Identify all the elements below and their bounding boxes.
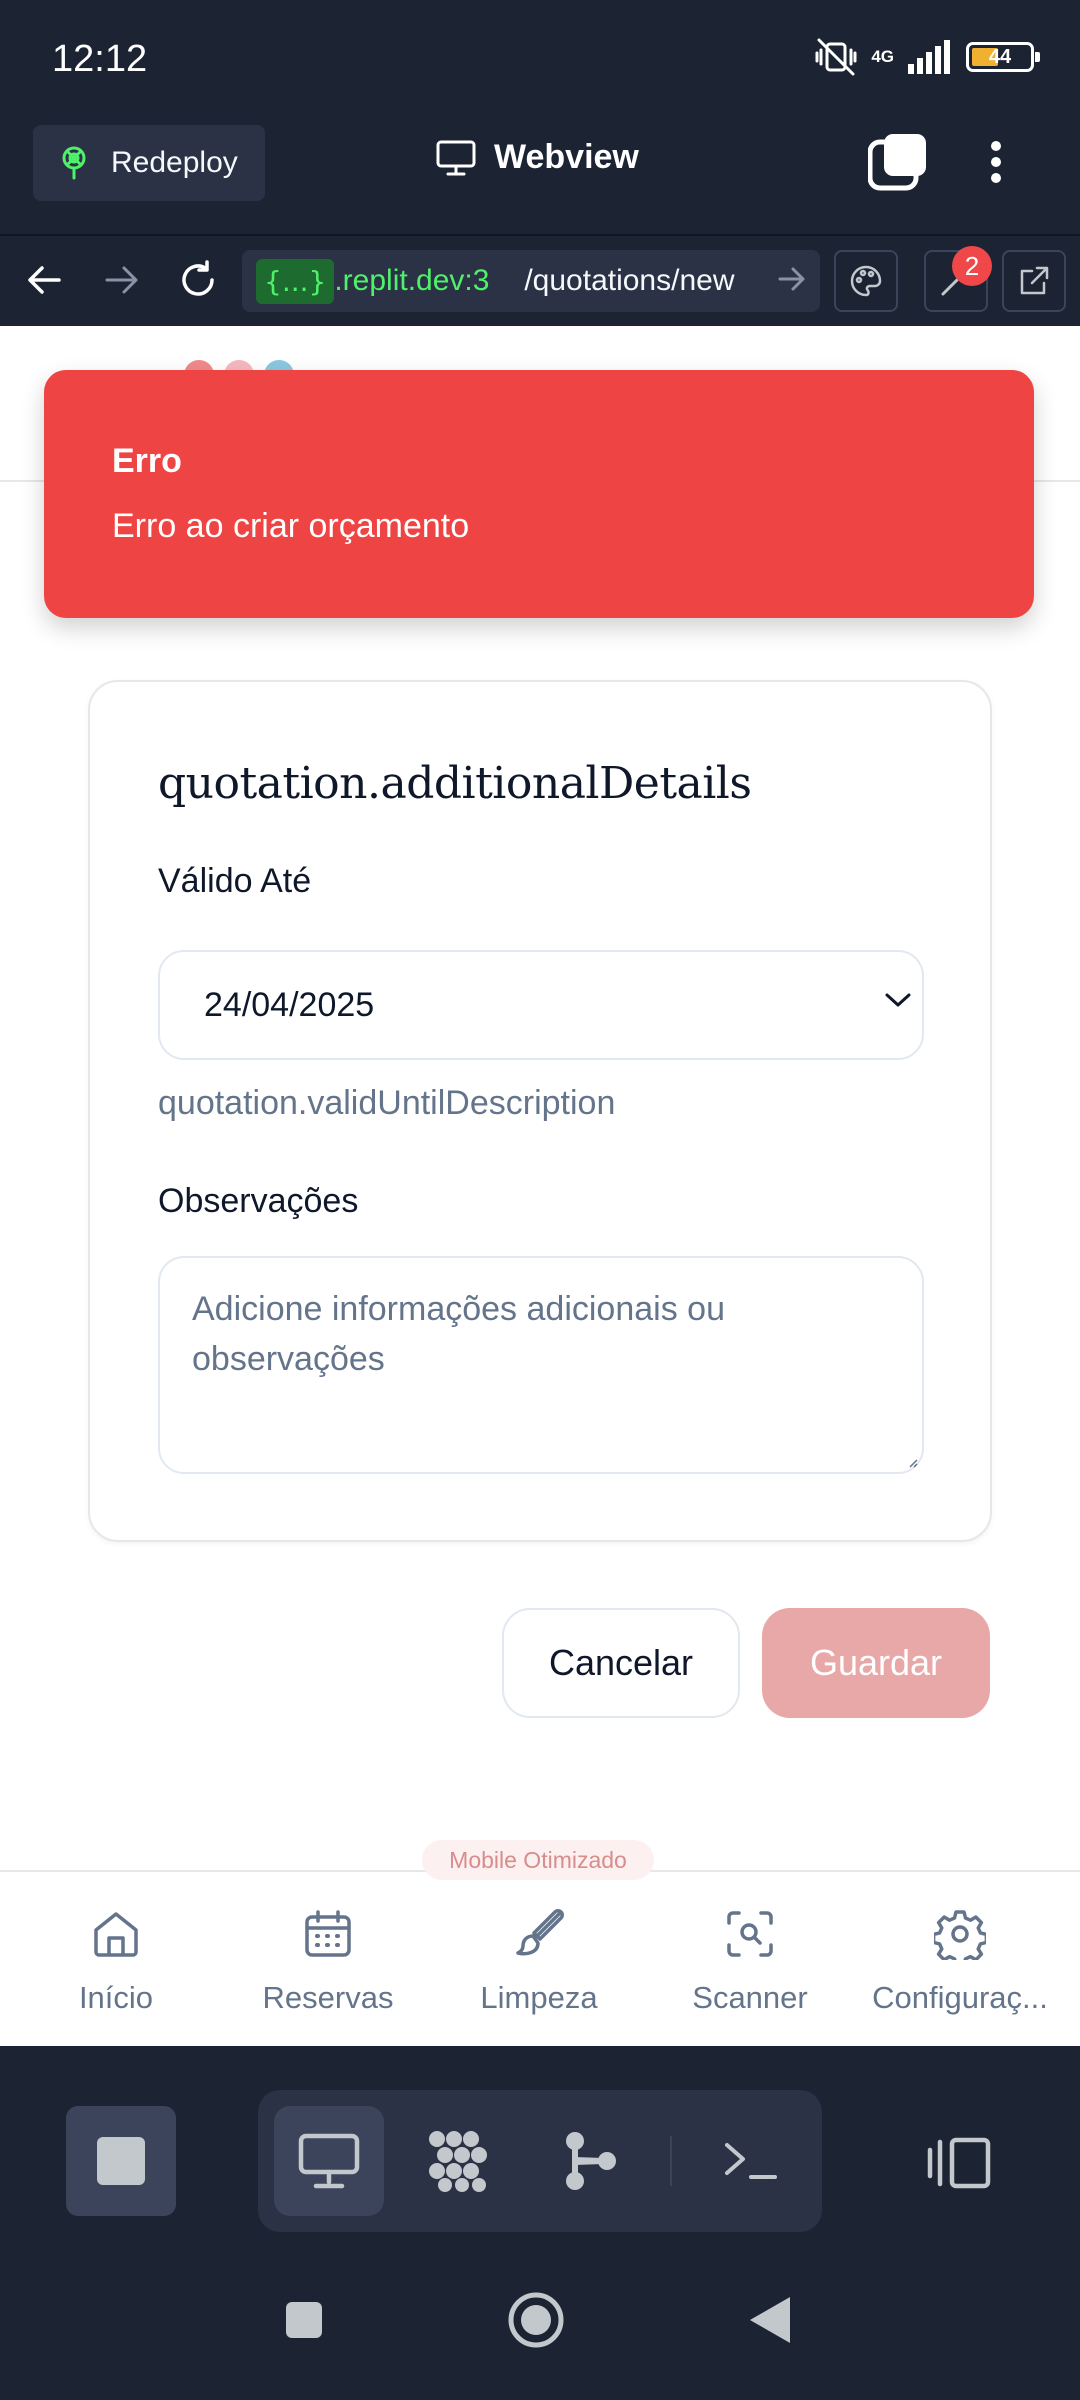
status-bar: 12:12 4G 44: [0, 0, 1080, 118]
status-icons: 4G 44: [815, 38, 1040, 76]
home-icon: [90, 1908, 142, 1960]
card-title: quotation.additionalDetails: [158, 758, 752, 809]
toast-title: Erro: [112, 442, 182, 480]
calendar-icon: [302, 1908, 354, 1960]
tabs-button[interactable]: [868, 132, 928, 192]
tool-group-divider: [670, 2136, 672, 2186]
battery-icon: 44: [966, 42, 1040, 72]
battery-level: 44: [988, 45, 1012, 68]
network-type: 4G: [871, 47, 894, 66]
webview-content: quotation.additionalDetails Válido Até 2…: [0, 326, 1080, 2046]
bottom-nav: Início Reservas Limpeza Scanner Configur…: [0, 1870, 1080, 2046]
back-button-icon[interactable]: [730, 2280, 810, 2360]
additional-details-card: quotation.additionalDetails Válido Até 2…: [88, 680, 992, 1542]
nav-item-scanner[interactable]: Scanner: [642, 1908, 858, 2016]
forward-icon[interactable]: [94, 252, 150, 308]
notes-textarea[interactable]: Adicione informações adicionais ou obser…: [158, 1256, 924, 1474]
notes-placeholder: Adicione informações adicionais ou obser…: [192, 1290, 725, 1378]
redeploy-label: Redeploy: [111, 146, 238, 179]
valid-until-select[interactable]: 24/04/2025: [158, 950, 924, 1060]
valid-until-value: 24/04/2025: [204, 985, 375, 1024]
monitor-icon: [436, 140, 476, 176]
terminal-icon: [723, 2139, 779, 2183]
android-nav-bar: [0, 2250, 1080, 2400]
mobile-optimized-badge: Mobile Otimizado: [422, 1840, 654, 1880]
webview-title: Webview: [436, 138, 639, 177]
replit-header: Redeploy Webview: [0, 118, 1080, 236]
open-external-icon[interactable]: [1002, 250, 1066, 312]
reload-icon[interactable]: [170, 252, 226, 308]
deploy-icon: [59, 146, 89, 180]
nav-label-limpeza: Limpeza: [480, 1980, 598, 2015]
scan-icon: [724, 1908, 776, 1960]
url-row: {...} .replit.dev:3 /quotations/new 2: [0, 236, 1080, 326]
vibrate-off-icon: [815, 38, 857, 76]
stop-icon: [97, 2137, 145, 2185]
notes-label: Observações: [158, 1182, 359, 1220]
nav-item-limpeza[interactable]: Limpeza: [431, 1908, 647, 2016]
console-grid-tool-button[interactable]: [406, 2106, 516, 2216]
webview-tool-button[interactable]: [274, 2106, 384, 2216]
replit-toolbar: [0, 2046, 1080, 2261]
more-options-icon[interactable]: [978, 132, 1014, 192]
signal-icon: [908, 40, 952, 74]
brush-icon: [513, 1908, 565, 1960]
tool-group: [258, 2090, 822, 2232]
nav-item-inicio[interactable]: Início: [8, 1908, 224, 2016]
git-tool-button[interactable]: [536, 2106, 646, 2216]
hexagon-grid-icon: [427, 2129, 495, 2193]
valid-until-label: Válido Até: [158, 862, 312, 900]
go-arrow-icon[interactable]: [778, 264, 806, 294]
redeploy-button[interactable]: Redeploy: [33, 125, 265, 201]
monitor-icon: [298, 2133, 360, 2189]
nav-label-reservas: Reservas: [262, 1980, 394, 2015]
error-toast[interactable]: Erro Erro ao criar orçamento: [44, 370, 1034, 618]
split-view-icon[interactable]: [926, 2136, 992, 2190]
url-path: /quotations/new: [524, 264, 735, 297]
save-button[interactable]: Guardar: [762, 1608, 990, 1718]
url-field[interactable]: {...} .replit.dev:3 /quotations/new: [242, 250, 820, 312]
nav-label-configuracoes: Configuraç...: [872, 1980, 1048, 2015]
cancel-button[interactable]: Cancelar: [502, 1608, 740, 1718]
stop-button[interactable]: [66, 2106, 176, 2216]
recents-icon[interactable]: [264, 2280, 344, 2360]
home-button-icon[interactable]: [496, 2280, 576, 2360]
shell-tool-button[interactable]: [696, 2106, 806, 2216]
git-branch-icon: [563, 2131, 619, 2191]
url-host: .replit.dev:3: [334, 264, 490, 297]
resize-grip-icon[interactable]: [906, 1456, 918, 1468]
webview-label: Webview: [494, 138, 639, 176]
nav-item-configuracoes[interactable]: Configuraç...: [852, 1908, 1068, 2016]
url-tag: {...}: [256, 258, 335, 304]
devtools-badge: 2: [952, 246, 992, 286]
back-icon[interactable]: [16, 252, 72, 308]
nav-label-inicio: Início: [78, 1980, 154, 2015]
nav-item-reservas[interactable]: Reservas: [220, 1908, 436, 2016]
valid-until-description: quotation.validUntilDescription: [158, 1084, 616, 1122]
devtools-wrench-icon[interactable]: 2: [924, 246, 992, 312]
toast-message: Erro ao criar orçamento: [112, 507, 470, 545]
gear-icon: [934, 1908, 986, 1960]
theme-palette-icon[interactable]: [834, 250, 898, 312]
status-time: 12:12: [52, 38, 148, 80]
chevron-down-icon: [884, 990, 912, 1010]
nav-label-scanner: Scanner: [692, 1980, 808, 2015]
